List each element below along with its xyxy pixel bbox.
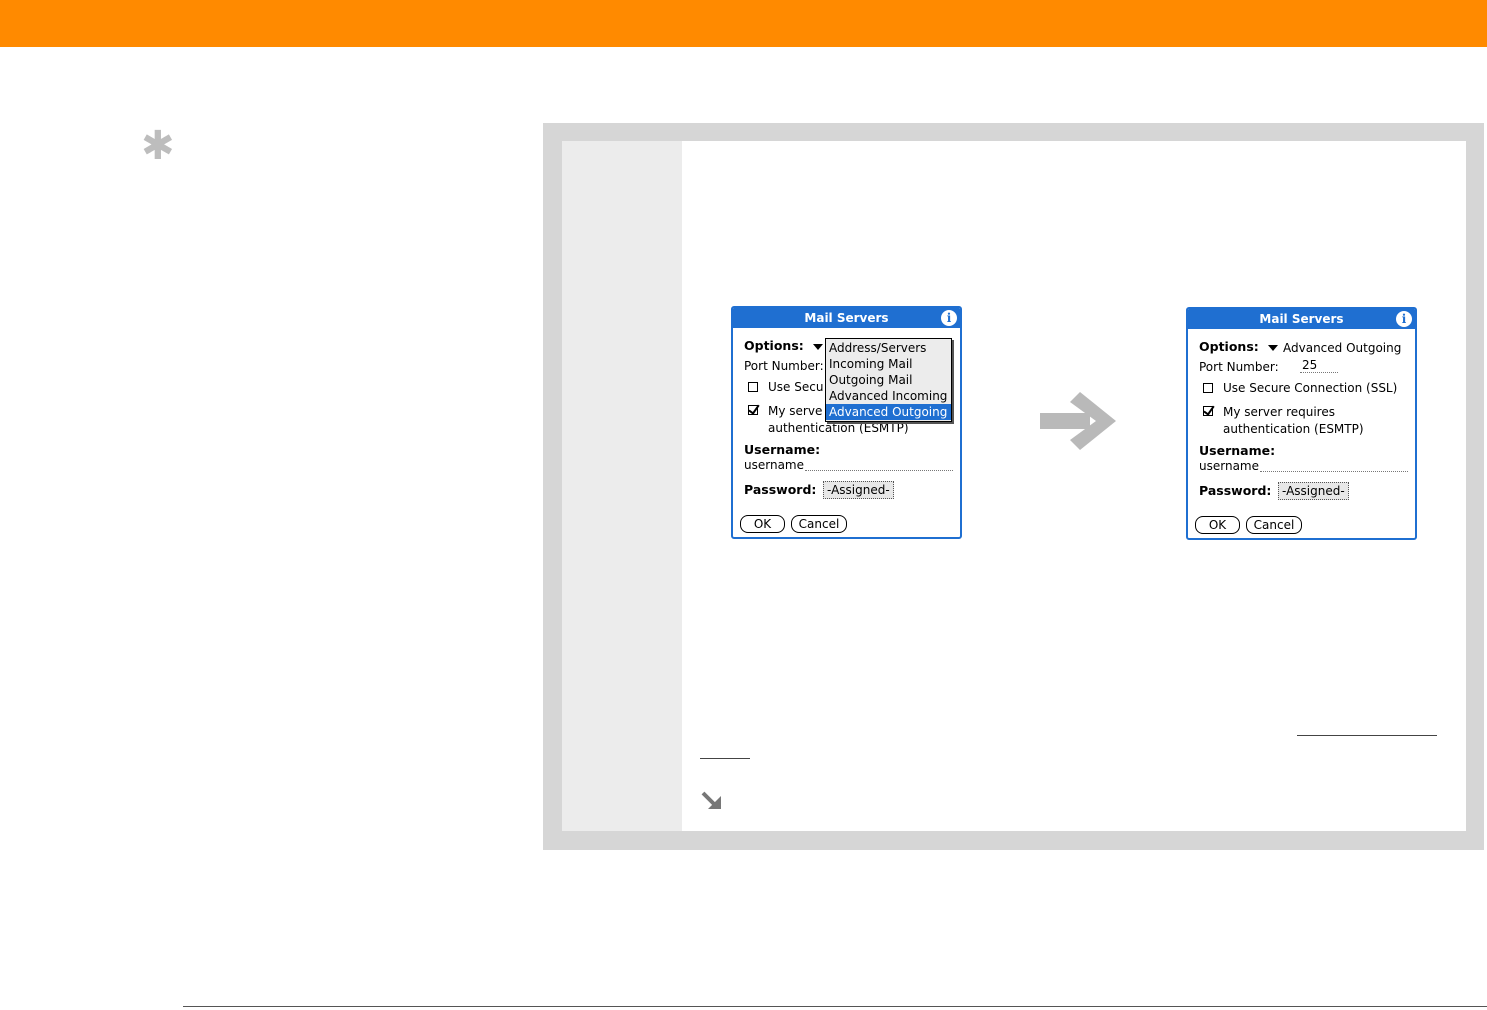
cancel-button[interactable]: Cancel <box>791 515 847 533</box>
username-underline <box>805 470 953 471</box>
password-label: Password: <box>1199 483 1272 498</box>
footer-rule <box>183 1006 1487 1007</box>
ssl-checkbox[interactable] <box>748 382 758 392</box>
menu-item-address-servers[interactable]: Address/Servers <box>826 340 951 356</box>
ssl-label: Use Secu <box>768 380 824 394</box>
username-field[interactable]: username <box>744 458 804 472</box>
continued-arrow-icon <box>701 791 721 809</box>
password-button[interactable]: -Assigned- <box>823 481 894 499</box>
info-icon[interactable]: i <box>941 310 957 326</box>
options-value[interactable]: Advanced Outgoing <box>1283 341 1401 355</box>
password-button[interactable]: -Assigned- <box>1278 482 1349 500</box>
auth-checkbox[interactable] <box>1203 406 1213 416</box>
info-icon[interactable]: i <box>1396 311 1412 327</box>
auth-label-line2: authentication (ESMTP) <box>768 421 909 435</box>
port-underline <box>1300 372 1338 373</box>
options-dropdown-caret-icon[interactable] <box>813 344 823 350</box>
header-bar <box>0 0 1487 47</box>
ssl-label: Use Secure Connection (SSL) <box>1223 381 1398 395</box>
menu-item-advanced-incoming[interactable]: Advanced Incoming <box>826 388 951 404</box>
username-label: Username: <box>1199 443 1276 458</box>
auth-label-line1: My server requires <box>1223 405 1335 419</box>
auth-checkbox[interactable] <box>748 405 758 415</box>
options-dropdown-caret-icon[interactable] <box>1268 345 1278 351</box>
auth-label-line2: authentication (ESMTP) <box>1223 422 1364 436</box>
password-label: Password: <box>744 482 817 497</box>
asterisk-icon: ✱ <box>141 123 175 169</box>
ok-button[interactable]: OK <box>1195 516 1240 534</box>
menu-item-outgoing-mail[interactable]: Outgoing Mail <box>826 372 951 388</box>
ok-button[interactable]: OK <box>740 515 785 533</box>
auth-label-line1: My serve <box>768 404 823 418</box>
step-number-column <box>562 141 682 831</box>
link-underline-continued[interactable] <box>700 758 750 759</box>
username-underline <box>1260 471 1408 472</box>
port-number-label: Port Number: <box>1199 360 1279 374</box>
dialog-title: Mail Servers <box>1188 309 1415 329</box>
mail-servers-dialog-advanced-outgoing: Mail Servers i Options: Advanced Outgoin… <box>1186 307 1417 540</box>
options-label: Options: <box>744 338 804 353</box>
port-number-label: Port Number: <box>744 359 824 373</box>
mail-servers-dialog-menu-open: Mail Servers i Options: Port Number: Use… <box>731 306 962 539</box>
username-label: Username: <box>744 442 821 457</box>
port-number-field[interactable]: 25 <box>1302 358 1317 372</box>
cancel-button[interactable]: Cancel <box>1246 516 1302 534</box>
link-underline[interactable] <box>1297 735 1437 736</box>
dialog-title: Mail Servers <box>733 308 960 328</box>
options-menu: Address/Servers Incoming Mail Outgoing M… <box>825 338 952 422</box>
options-label: Options: <box>1199 339 1259 354</box>
ssl-checkbox[interactable] <box>1203 383 1213 393</box>
menu-item-incoming-mail[interactable]: Incoming Mail <box>826 356 951 372</box>
username-field[interactable]: username <box>1199 459 1259 473</box>
menu-item-advanced-outgoing[interactable]: Advanced Outgoing <box>826 404 951 420</box>
right-arrow-icon <box>1040 392 1116 450</box>
